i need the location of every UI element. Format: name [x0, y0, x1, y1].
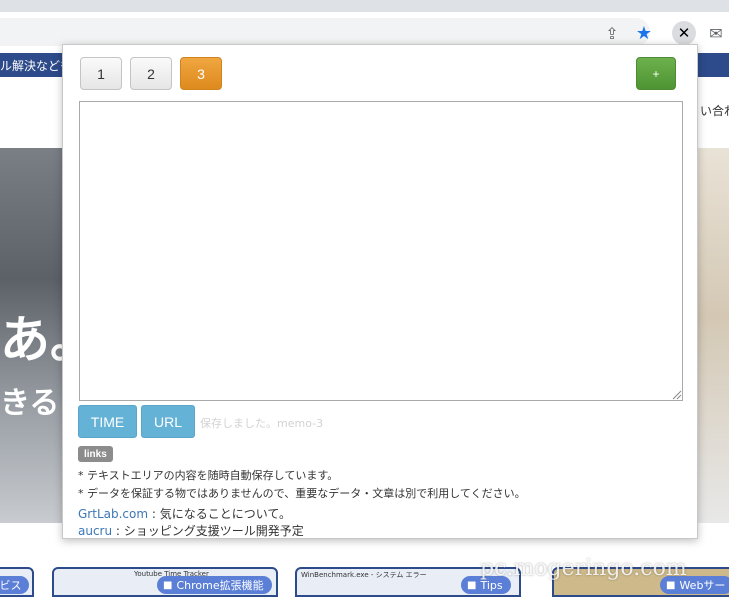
category-tag[interactable]: ■ Chrome拡張機能	[157, 576, 272, 594]
category-tag-label: ビス	[0, 579, 22, 592]
background-hero-image-right	[697, 148, 729, 523]
memo-popup: 1 2 3 + TIME URL 保存しました。memo-3 links * テ…	[62, 44, 698, 539]
add-memo-button[interactable]: +	[636, 57, 676, 90]
autosave-note: * テキストエリアの内容を随時自動保存しています。	[78, 469, 339, 482]
memo-tab-2[interactable]: 2	[130, 57, 172, 90]
grtlab-link-description: : 気になることについて。	[148, 507, 291, 521]
memo-tab-1[interactable]: 1	[80, 57, 122, 90]
address-bar[interactable]	[0, 18, 650, 46]
folder-icon: ■	[467, 579, 477, 591]
share-icon[interactable]: ⇪	[601, 22, 623, 44]
memo-tab-3[interactable]: 3	[180, 57, 222, 90]
background-contact-text: い合わ	[700, 104, 729, 118]
save-status-text: 保存しました。memo-3	[200, 417, 324, 430]
grtlab-link[interactable]: GrtLab.com	[78, 507, 148, 521]
disclaimer-note: * データを保証する物ではありませんので、重要なデータ・文章は別で利用してくださ…	[78, 487, 526, 500]
insert-url-button[interactable]: URL	[141, 405, 195, 438]
links-badge: links	[78, 446, 113, 462]
extension-icon[interactable]: ✕	[672, 21, 696, 45]
resize-handle-icon[interactable]	[670, 388, 682, 400]
site-watermark: pc.mogeringo.com	[480, 556, 687, 581]
category-tag-label: Chrome拡張機能	[176, 579, 264, 592]
memo-textarea[interactable]	[79, 101, 683, 401]
bookmark-star-icon[interactable]: ★	[633, 22, 655, 44]
category-tag[interactable]: ■ビス	[0, 576, 30, 594]
folder-icon: ■	[666, 579, 676, 591]
mail-icon[interactable]: ✉	[705, 22, 727, 44]
aucru-link[interactable]: aucru	[78, 524, 112, 538]
browser-tabstrip	[0, 0, 729, 12]
card-thumbnail-text: WinBenchmark.exe - システム エラー	[301, 571, 427, 579]
link-row-aucru: aucru : ショッピング支援ツール開発予定	[78, 522, 304, 539]
aucru-link-description: : ショッピング支援ツール開発予定	[112, 524, 304, 538]
folder-icon: ■	[163, 579, 173, 591]
link-row-grtlab: GrtLab.com : 気になることについて。	[78, 505, 291, 522]
insert-time-button[interactable]: TIME	[78, 405, 137, 438]
